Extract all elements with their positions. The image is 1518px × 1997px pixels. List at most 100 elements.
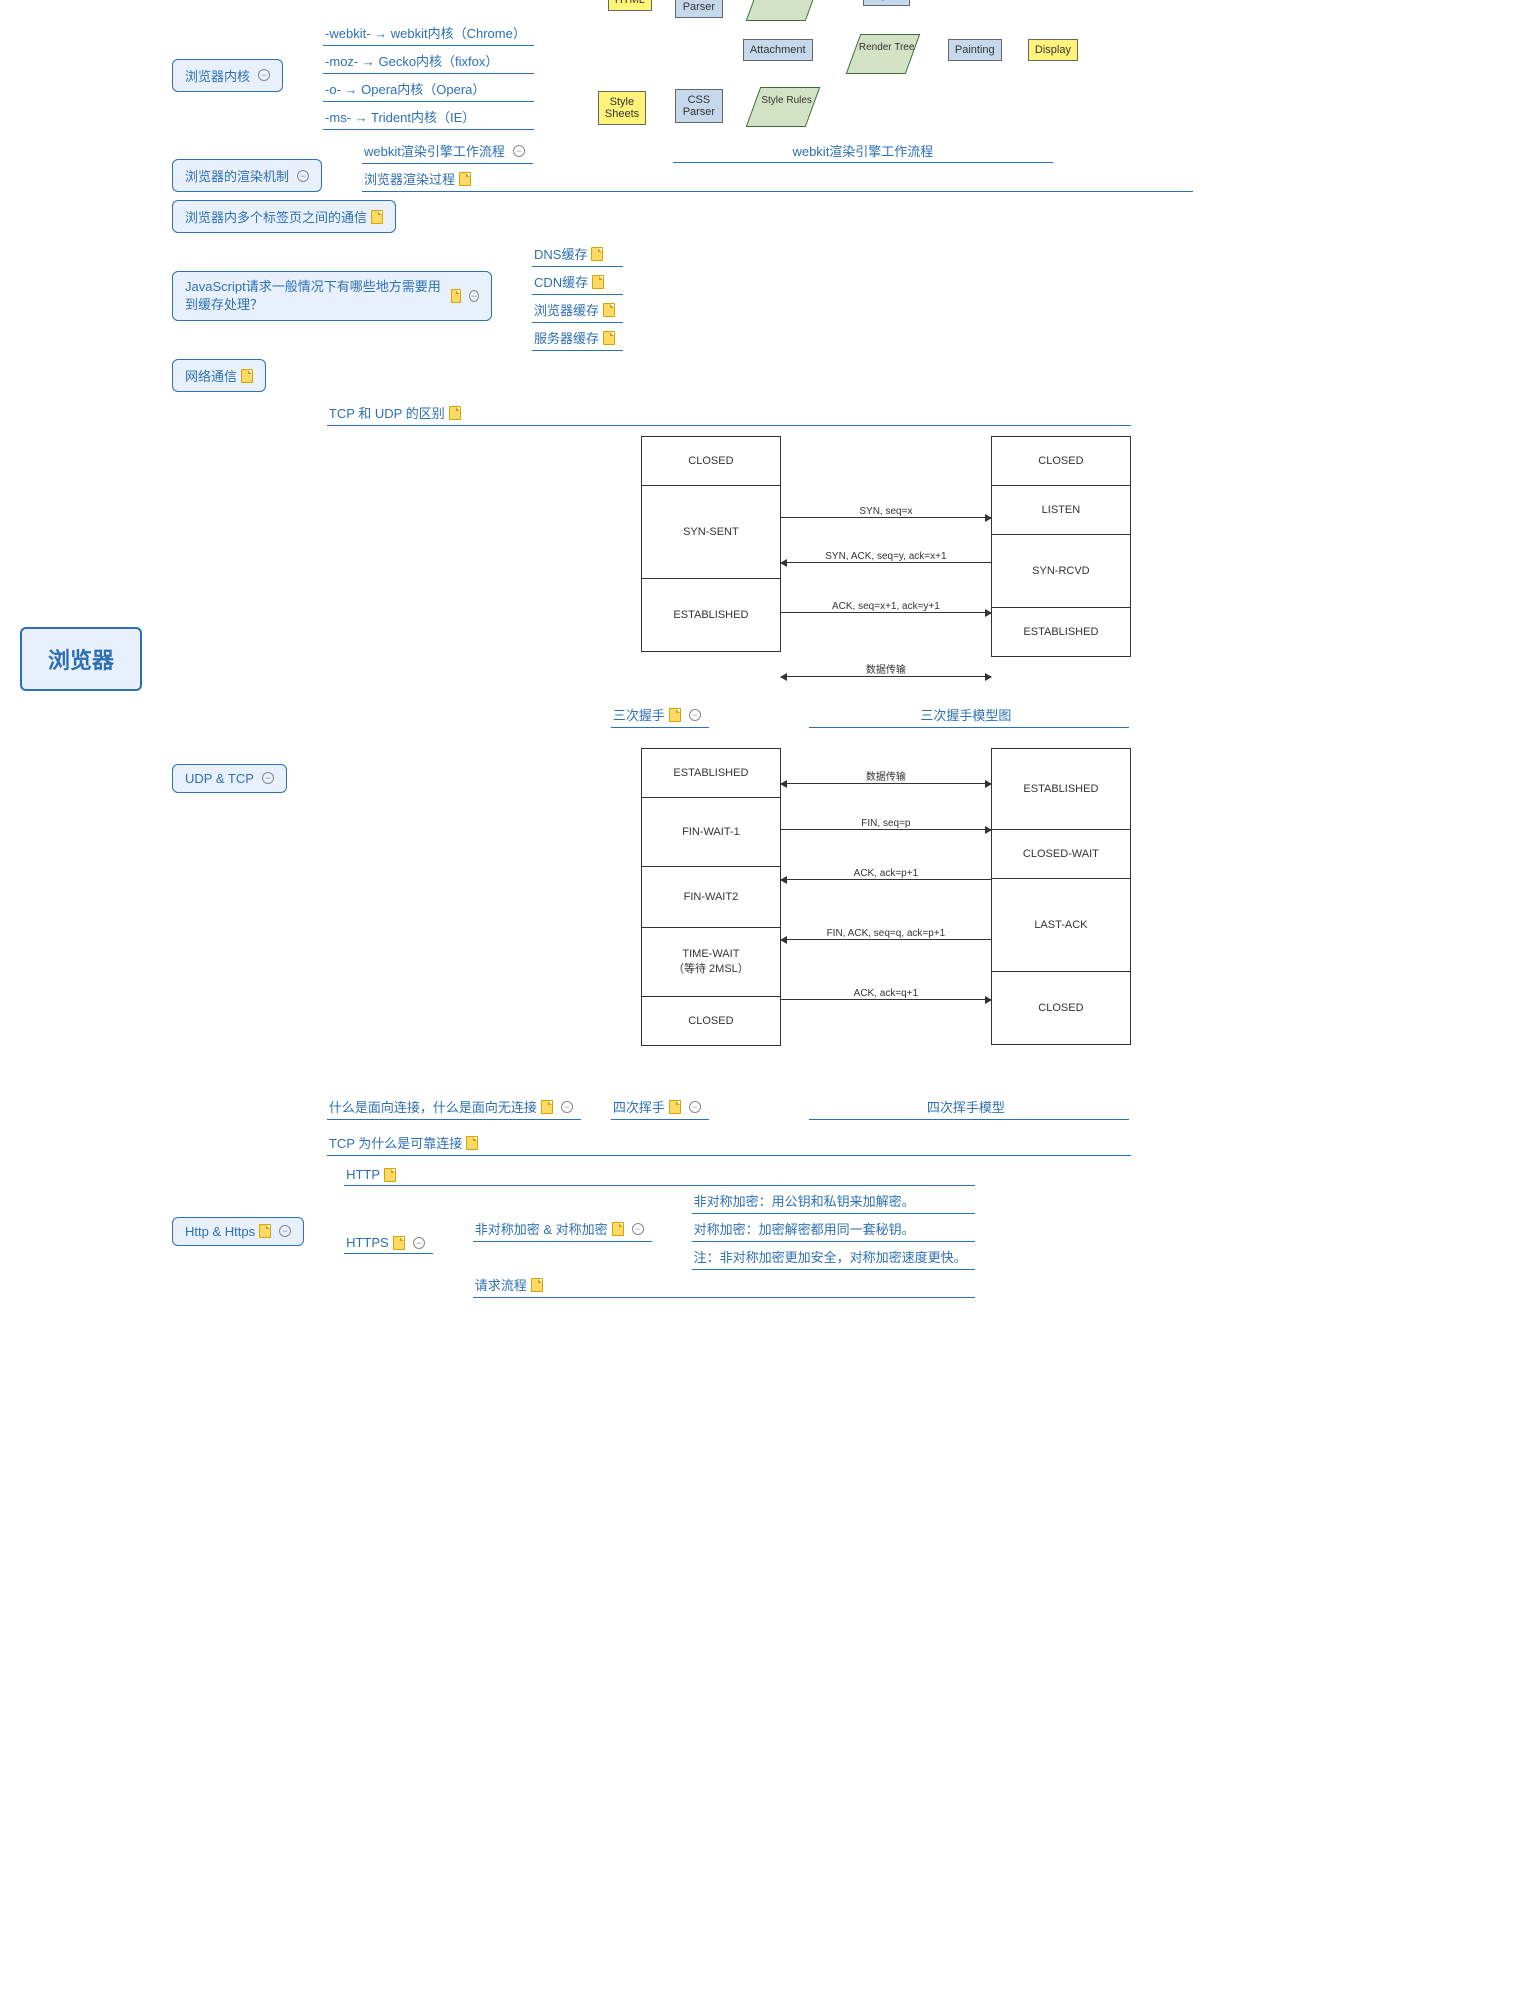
note-icon [592,275,604,289]
hs3-right-listen: LISTEN [992,486,1130,535]
branch-jscache: JavaScript请求一般情况下有哪些地方需要用到缓存处理？ − DNS缓存 … [172,241,1193,351]
collapse-icon[interactable]: − [689,1101,701,1113]
leaf-opera[interactable]: -o- → Opera内核（Opera） [323,76,534,102]
hs3-right-est: ESTABLISHED [992,608,1130,656]
collapse-icon[interactable]: − [469,290,479,302]
note-icon [241,369,253,383]
level1-children: 浏览器内核 − -webkit- → webkit内核（Chrome） -moz… [172,20,1193,1298]
node-kernel[interactable]: 浏览器内核 − [172,59,283,92]
note-icon [669,708,681,722]
leaf-encryption[interactable]: 非对称加密 & 对称加密 − [473,1216,652,1242]
hs3-right-syn-rcvd: SYN-RCVD [992,535,1130,608]
label: 浏览器的渲染机制 [185,166,289,185]
mindmap-root: 浏览器 浏览器内核 − -webkit- → webkit内核（Chrome） … [20,20,1498,1298]
root-node[interactable]: 浏览器 [20,627,142,691]
label: 网络通信 [185,366,237,385]
label: Http & Https [185,1224,255,1239]
flowchart-caption: webkit渲染引擎工作流程 [673,139,1053,163]
handshake4-container: ESTABLISHED FIN-WAIT-1 FIN-WAIT2 TIME-WA… [611,748,1131,1120]
leaf-render-process[interactable]: 浏览器渲染过程 [362,166,1193,192]
hs4-left-est: ESTABLISHED [642,749,780,798]
handshake3-diagram: CLOSED SYN-SENT ESTABLISHED CLOSED LISTE… [641,436,1131,696]
leaf-tcp-reliable[interactable]: TCP 为什么是可靠连接 [327,1130,1131,1156]
hs4-right-closed: CLOSED [992,972,1130,1044]
node-jscache[interactable]: JavaScript请求一般情况下有哪些地方需要用到缓存处理？ − [172,271,492,321]
leaf-hs3[interactable]: 三次握手− [611,702,709,728]
note-icon [603,303,615,317]
label: 浏览器内核 [185,66,250,85]
leaf-moz[interactable]: -moz- → Gecko内核（fixfox） [323,48,534,74]
label: UDP & TCP [185,771,254,786]
shape-display: Display [1028,39,1078,61]
shape-html: HTML [608,0,652,11]
shape-painting: Painting [948,39,1002,61]
collapse-icon[interactable]: − [632,1223,644,1235]
hs3-left-closed: CLOSED [642,437,780,486]
leaf-dns-cache[interactable]: DNS缓存 [532,241,623,267]
caption-hs3-model: 三次握手模型图 [809,702,1129,728]
shape-html-parser: HTML Parser [675,0,723,18]
node-tabs-comm[interactable]: 浏览器内多个标签页之间的通信 [172,200,396,233]
hs4-left-finwait2: FIN-WAIT2 [642,867,780,928]
collapse-icon[interactable]: − [279,1225,291,1237]
hs3-left-est: ESTABLISHED [642,579,780,651]
leaf-hs4[interactable]: 四次挥手− [611,1094,709,1120]
leaf-req-flow[interactable]: 请求流程 [473,1272,975,1298]
collapse-icon[interactable]: − [513,145,525,157]
leaf-http[interactable]: HTTP [344,1164,975,1186]
note-icon [371,210,383,224]
collapse-icon[interactable]: − [262,772,274,784]
collapse-icon[interactable]: − [689,709,701,721]
leaf-note[interactable]: 注：非对称加密更加安全，对称加密速度更快。 [692,1244,975,1270]
hs3-left-syn-sent: SYN-SENT [642,486,780,579]
note-icon [259,1224,271,1238]
handshake3-container: CLOSED SYN-SENT ESTABLISHED CLOSED LISTE… [611,436,1131,728]
shape-dom-tree: DOM Tree [746,0,821,21]
leaf-sym[interactable]: 对称加密：加密解密都用同一套秘钥。 [692,1216,975,1242]
leaf-browser-cache[interactable]: 浏览器缓存 [532,297,623,323]
note-icon [603,331,615,345]
node-udptcp[interactable]: UDP & TCP − [172,764,287,793]
shape-render-tree: Render Tree [846,34,921,74]
note-icon [466,1136,478,1150]
shape-css-parser: CSS Parser [675,89,723,123]
note-icon [669,1100,681,1114]
node-render[interactable]: 浏览器的渲染机制 − [172,159,322,192]
note-icon [541,1100,553,1114]
note-icon [449,406,461,420]
leaf-ms[interactable]: -ms- → Trident内核（IE） [323,104,534,130]
shape-attachment: Attachment [743,39,813,61]
caption-hs4-model: 四次挥手模型 [809,1094,1129,1120]
note-icon [451,289,461,303]
label: webkit渲染引擎工作流程 [364,141,505,160]
shape-layout: Layout [863,0,910,6]
leaf-https[interactable]: HTTPS − [344,1232,433,1254]
collapse-icon[interactable]: − [413,1237,425,1249]
node-http-https[interactable]: Http & Https − [172,1217,304,1246]
note-icon [531,1278,543,1292]
leaf-cdn-cache[interactable]: CDN缓存 [532,269,623,295]
leaf-tcp-udp-diff[interactable]: TCP 和 UDP 的区别 [327,400,1131,426]
note-icon [591,247,603,261]
leaf-conn-oriented[interactable]: 什么是面向连接，什么是面向无连接 − [327,1094,581,1120]
node-net[interactable]: 网络通信 [172,359,266,392]
hs4-left-finwait1: FIN-WAIT-1 [642,798,780,867]
branch-render: 浏览器的渲染机制 − webkit渲染引擎工作流程 − DOM HTML HTM… [172,138,1193,192]
leaf-asym[interactable]: 非对称加密：用公钥和私钥来加解密。 [692,1188,975,1214]
shape-style-rules: Style Rules [746,87,821,127]
leaf-server-cache[interactable]: 服务器缓存 [532,325,623,351]
collapse-icon[interactable]: − [561,1101,573,1113]
leaf-webkit-flow[interactable]: webkit渲染引擎工作流程 − [362,138,533,164]
collapse-icon[interactable]: − [297,170,309,182]
collapse-icon[interactable]: − [258,69,270,81]
branch-udptcp: UDP & TCP − TCP 和 UDP 的区别 什么是面向连接，什么是面向无… [172,400,1193,1156]
handshake4-diagram: ESTABLISHED FIN-WAIT-1 FIN-WAIT2 TIME-WA… [641,748,1131,1088]
branch-http: Http & Https − HTTP HTTPS − 非对称加密 & 对称 [172,1164,1193,1298]
hs4-left-timewait: TIME-WAIT （等待 2MSL） [642,928,780,997]
note-icon [384,1168,396,1182]
note-icon [612,1222,624,1236]
leaf-webkit[interactable]: -webkit- → webkit内核（Chrome） [323,20,534,46]
label: 浏览器渲染过程 [364,169,455,188]
hs3-right-closed: CLOSED [992,437,1130,486]
note-icon [459,172,471,186]
